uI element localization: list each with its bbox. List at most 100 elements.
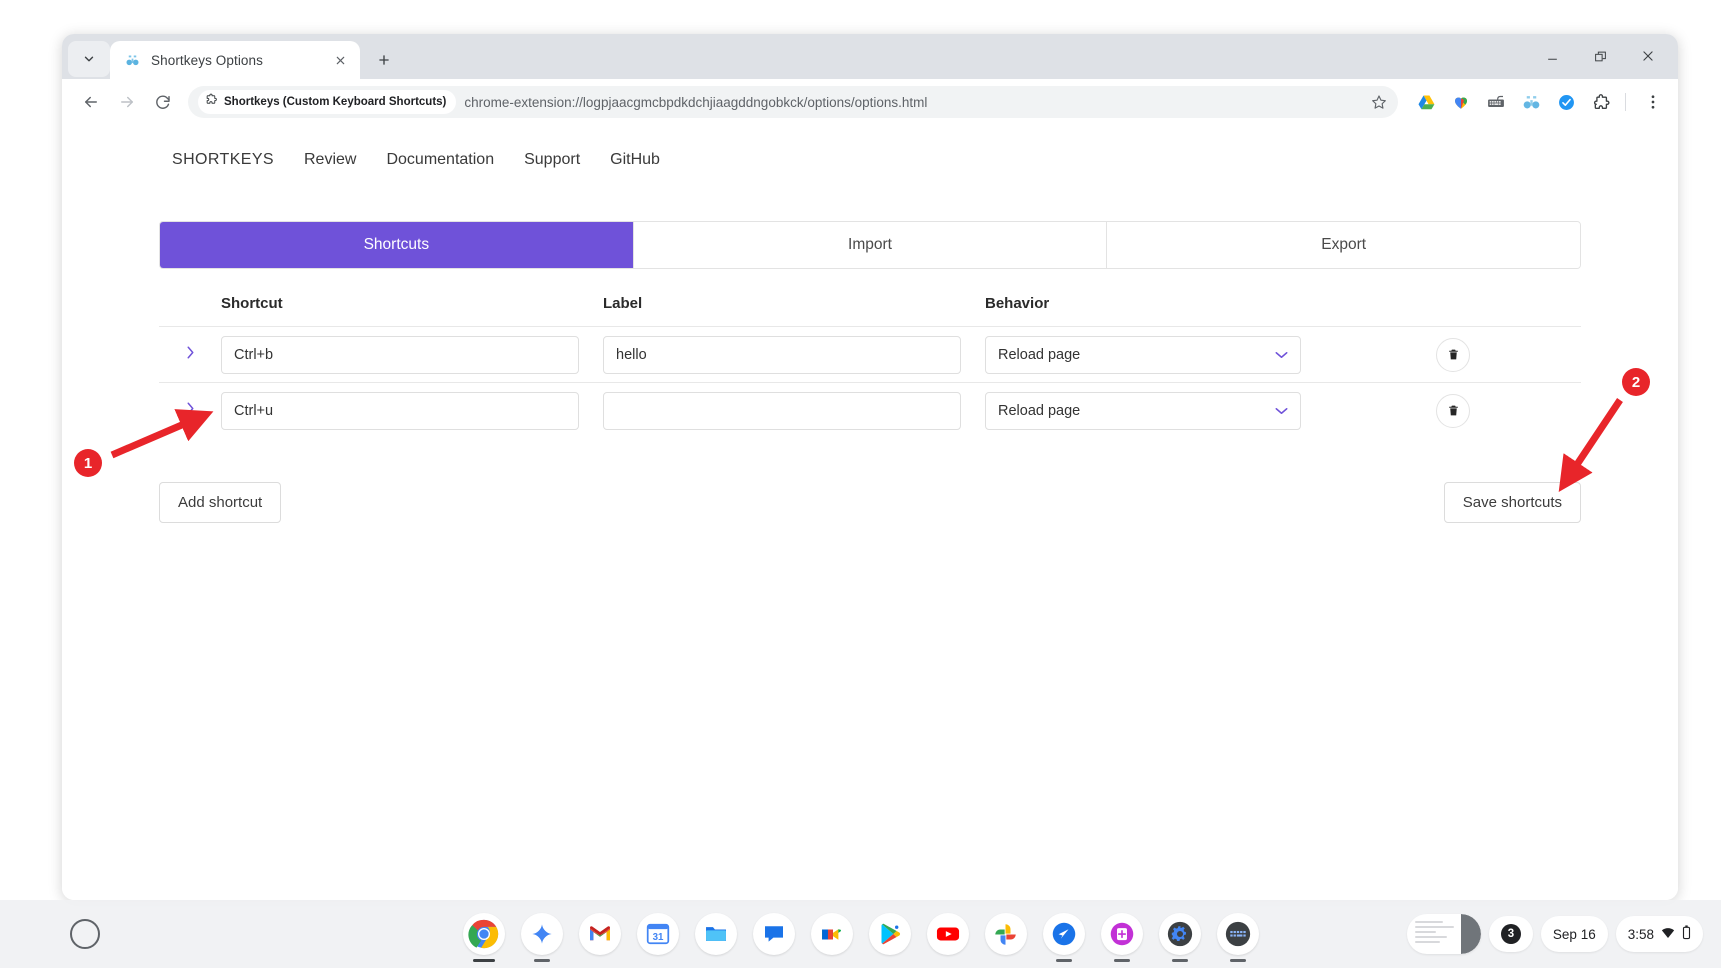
extensions-puzzle-icon[interactable] xyxy=(1586,87,1616,117)
shelf-app-files[interactable] xyxy=(694,913,737,955)
save-shortcuts-button[interactable]: Save shortcuts xyxy=(1443,482,1581,523)
site-navigation: SHORTKEYS Review Documentation Support G… xyxy=(62,125,1678,169)
window-controls xyxy=(1530,40,1670,72)
shortcuts-table: Shortcut Label Behavior xyxy=(159,295,1581,438)
toolbar-divider xyxy=(1625,93,1626,111)
header-label: Label xyxy=(603,295,643,312)
date-tray-button[interactable]: Sep 16 xyxy=(1540,916,1608,952)
binoculars-icon xyxy=(124,52,141,69)
row-2-expander-cell xyxy=(159,401,221,421)
header-shortcut: Shortcut xyxy=(221,295,283,312)
shortcut-input[interactable] xyxy=(221,335,579,374)
chevron-right-icon[interactable] xyxy=(186,345,195,365)
keyboard-extension-icon[interactable] xyxy=(1481,87,1511,117)
google-meet-icon xyxy=(822,928,841,940)
row-2-label-cell xyxy=(603,391,985,430)
annotation-badge-2: 2 xyxy=(1622,368,1650,396)
nav-link-review[interactable]: Review xyxy=(304,151,356,169)
shelf-app-google-photos[interactable] xyxy=(984,913,1027,955)
reload-icon xyxy=(156,95,170,109)
shelf-app-google-meet[interactable] xyxy=(810,913,853,955)
wifi-icon xyxy=(1661,926,1675,943)
tab-search-button[interactable] xyxy=(68,41,110,77)
tab-export[interactable]: Export xyxy=(1107,222,1580,268)
nav-link-documentation[interactable]: Documentation xyxy=(386,151,494,169)
close-window-button[interactable] xyxy=(1626,40,1670,72)
maximize-button[interactable] xyxy=(1578,40,1622,72)
shortcut-input[interactable] xyxy=(221,391,579,430)
delete-shortcut-button[interactable] xyxy=(1436,337,1470,372)
camera-icon xyxy=(1110,922,1133,946)
nav-link-github[interactable]: GitHub xyxy=(610,151,660,169)
brand-logo[interactable]: SHORTKEYS xyxy=(172,151,274,169)
close-icon[interactable] xyxy=(330,50,350,70)
running-indicator xyxy=(1171,959,1188,962)
address-bar[interactable]: Shortkeys (Custom Keyboard Shortcuts) ch… xyxy=(188,86,1398,118)
table-row xyxy=(159,382,1581,438)
shelf-app-youtube[interactable] xyxy=(926,913,969,955)
window-preview-icon[interactable] xyxy=(1406,914,1481,954)
shelf-app-gemini[interactable] xyxy=(520,913,563,962)
checkmark-circle-extension-icon[interactable] xyxy=(1551,87,1581,117)
arrow-left-icon xyxy=(85,96,97,108)
shelf-app-gmail[interactable] xyxy=(578,913,621,955)
new-tab-button[interactable] xyxy=(368,44,400,76)
shelf-app-google-maps[interactable] xyxy=(1042,913,1085,962)
google-photos-icon xyxy=(995,923,1016,945)
shelf-app-google-chat[interactable] xyxy=(752,913,795,955)
three-dot-menu-icon[interactable] xyxy=(1638,87,1668,117)
delete-shortcut-button[interactable] xyxy=(1436,393,1470,428)
tab-shortcuts[interactable]: Shortcuts xyxy=(160,222,634,268)
trash-icon xyxy=(1448,349,1458,360)
extension-origin-chip[interactable]: Shortkeys (Custom Keyboard Shortcuts) xyxy=(198,90,457,114)
google-keep-icon[interactable] xyxy=(1446,87,1476,117)
chevron-down-icon xyxy=(84,56,94,62)
binoculars-extension-icon[interactable] xyxy=(1516,87,1546,117)
shelf-app-chrome[interactable] xyxy=(462,913,505,962)
youtube-icon xyxy=(936,927,959,941)
running-indicator xyxy=(472,959,495,962)
time-label: 3:58 xyxy=(1627,926,1654,942)
options-container: Shortcuts Import Export Shortcut Label B… xyxy=(159,221,1581,523)
restore-icon xyxy=(1594,51,1606,61)
back-button[interactable] xyxy=(74,85,108,119)
shelf-app-camera[interactable] xyxy=(1100,913,1143,962)
launcher-circle-icon[interactable] xyxy=(70,919,100,949)
google-drive-icon[interactable] xyxy=(1411,87,1441,117)
google-chat-icon xyxy=(764,926,783,942)
arrow-right-icon xyxy=(121,96,133,108)
shelf-app-google-calendar[interactable]: 31 xyxy=(636,913,679,955)
browser-tab[interactable]: Shortkeys Options xyxy=(110,41,360,79)
bookmark-star-icon[interactable] xyxy=(1366,89,1392,115)
add-shortcut-button[interactable]: Add shortcut xyxy=(159,482,282,523)
behavior-select[interactable] xyxy=(985,335,1301,374)
virtual-desk-button[interactable]: 3 xyxy=(1488,916,1533,952)
shelf-app-on-screen-keyboard[interactable] xyxy=(1216,913,1259,962)
header-behavior: Behavior xyxy=(985,295,1050,312)
annotation-badge-1: 1 xyxy=(74,449,102,477)
shelf-app-settings[interactable] xyxy=(1158,913,1201,962)
nav-link-support[interactable]: Support xyxy=(524,151,580,169)
plus-icon xyxy=(379,55,389,65)
chromeos-desktop: Shortkeys Options Shortkeys (Custom Keyb… xyxy=(0,0,1721,968)
chrome-icon xyxy=(467,919,498,949)
label-input[interactable] xyxy=(603,335,961,374)
chevron-right-icon[interactable] xyxy=(186,401,195,421)
reload-button[interactable] xyxy=(146,85,180,119)
row-2-delete-cell xyxy=(1325,393,1581,428)
label-input[interactable] xyxy=(603,391,961,430)
row-1-behavior-cell xyxy=(985,335,1325,374)
forward-button[interactable] xyxy=(110,85,144,119)
google-calendar-icon: 31 xyxy=(646,923,669,945)
desk-count-badge: 3 xyxy=(1500,924,1521,944)
minimize-button[interactable] xyxy=(1530,40,1574,72)
behavior-select[interactable] xyxy=(985,391,1301,430)
tab-import[interactable]: Import xyxy=(633,222,1108,268)
system-tray-button[interactable]: 3:58 xyxy=(1615,916,1703,952)
play-store-icon xyxy=(880,923,900,945)
row-1-label-cell xyxy=(603,335,985,374)
address-bar-url[interactable]: chrome-extension://logpjaacgmcbpdkdchjia… xyxy=(464,95,1358,110)
settings-icon xyxy=(1167,921,1192,947)
row-1-expander-cell xyxy=(159,345,221,365)
shelf-app-play-store[interactable] xyxy=(868,913,911,955)
